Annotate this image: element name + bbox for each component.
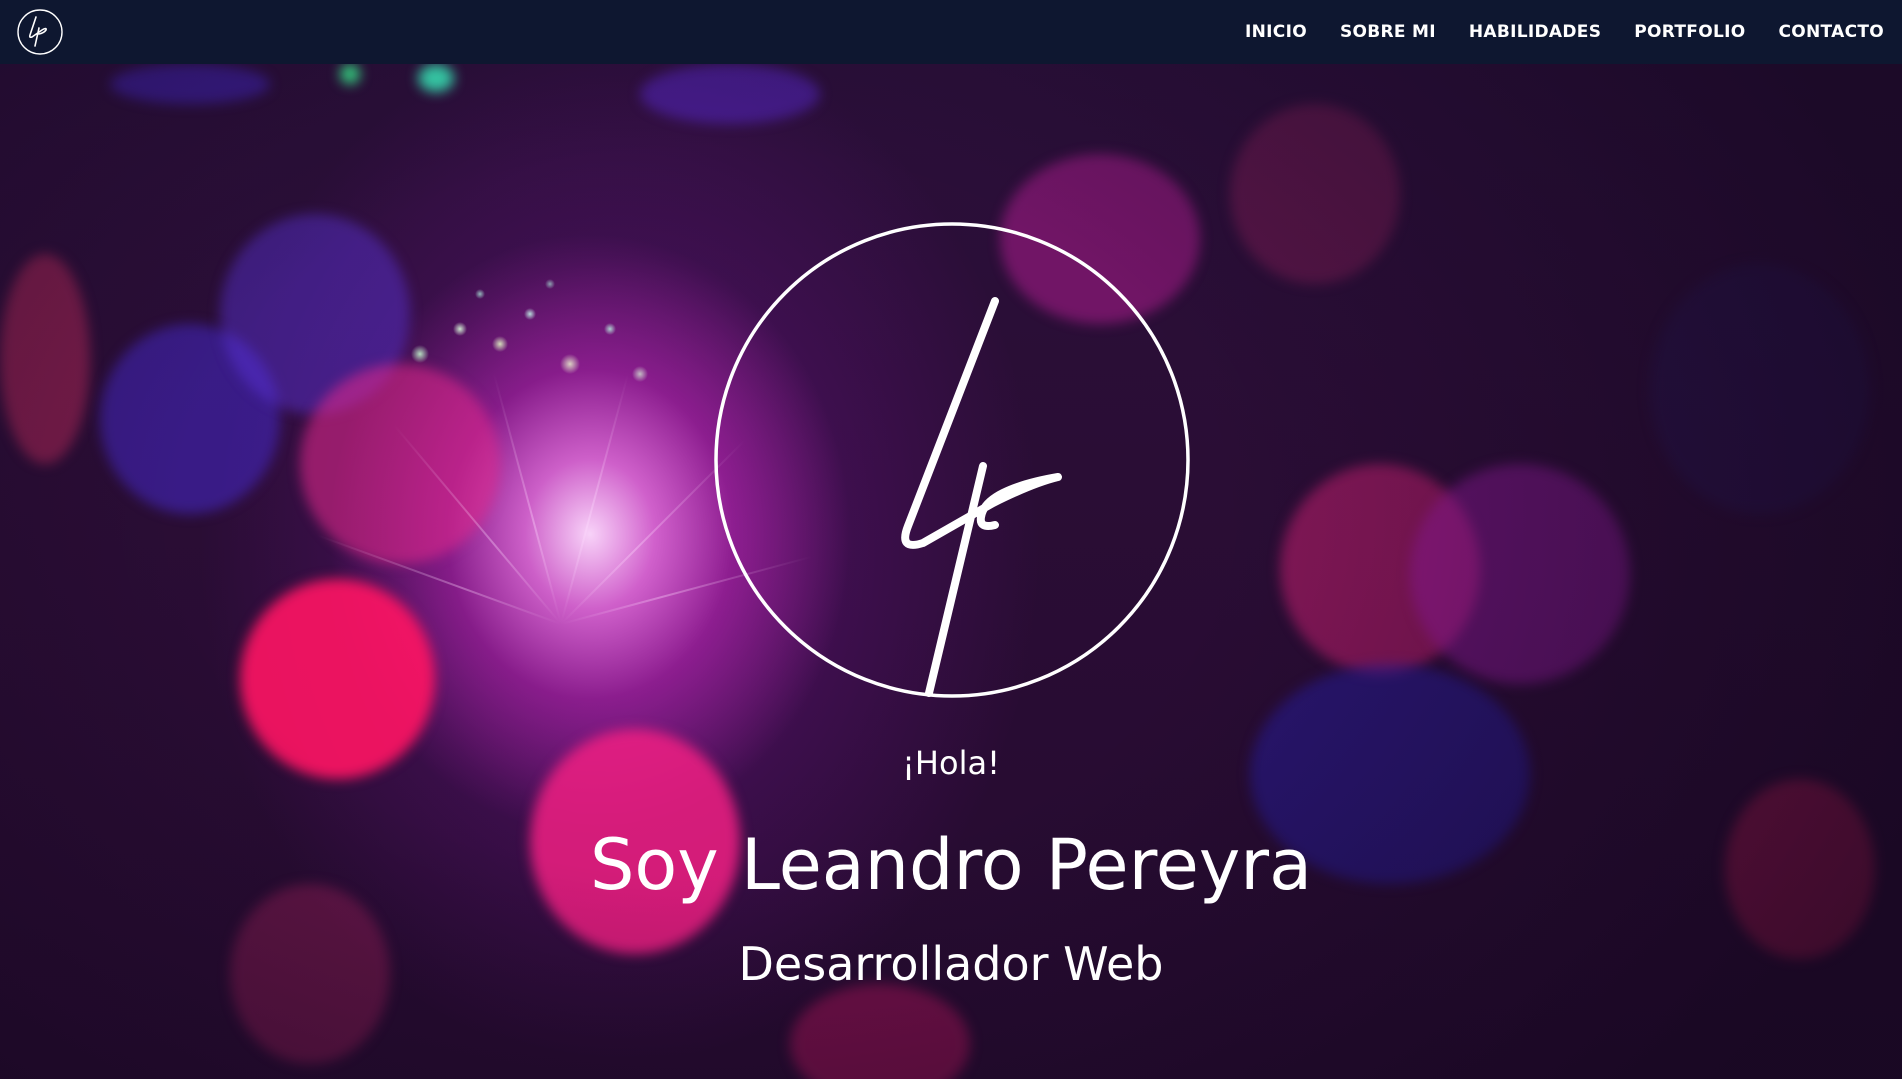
hero-role: Desarrollador Web — [738, 937, 1164, 991]
top-navbar: INICIO SOBRE MI HABILIDADES PORTFOLIO CO… — [0, 0, 1902, 64]
hero-section: ¡Hola! Soy Leandro Pereyra Desarrollador… — [0, 64, 1902, 1079]
lp-signature-logo-icon — [713, 221, 1191, 699]
hero-name: Soy Leandro Pereyra — [590, 824, 1312, 906]
lp-logo-icon[interactable] — [16, 8, 64, 56]
nav-item-sobre-mi[interactable]: SOBRE MI — [1340, 22, 1436, 42]
nav-item-habilidades[interactable]: HABILIDADES — [1469, 22, 1601, 42]
nav-menu: INICIO SOBRE MI HABILIDADES PORTFOLIO CO… — [1212, 0, 1884, 64]
hero-greeting: ¡Hola! — [902, 744, 1000, 782]
nav-item-inicio[interactable]: INICIO — [1245, 22, 1307, 42]
nav-item-contacto[interactable]: CONTACTO — [1778, 22, 1884, 42]
nav-item-portfolio[interactable]: PORTFOLIO — [1634, 22, 1745, 42]
